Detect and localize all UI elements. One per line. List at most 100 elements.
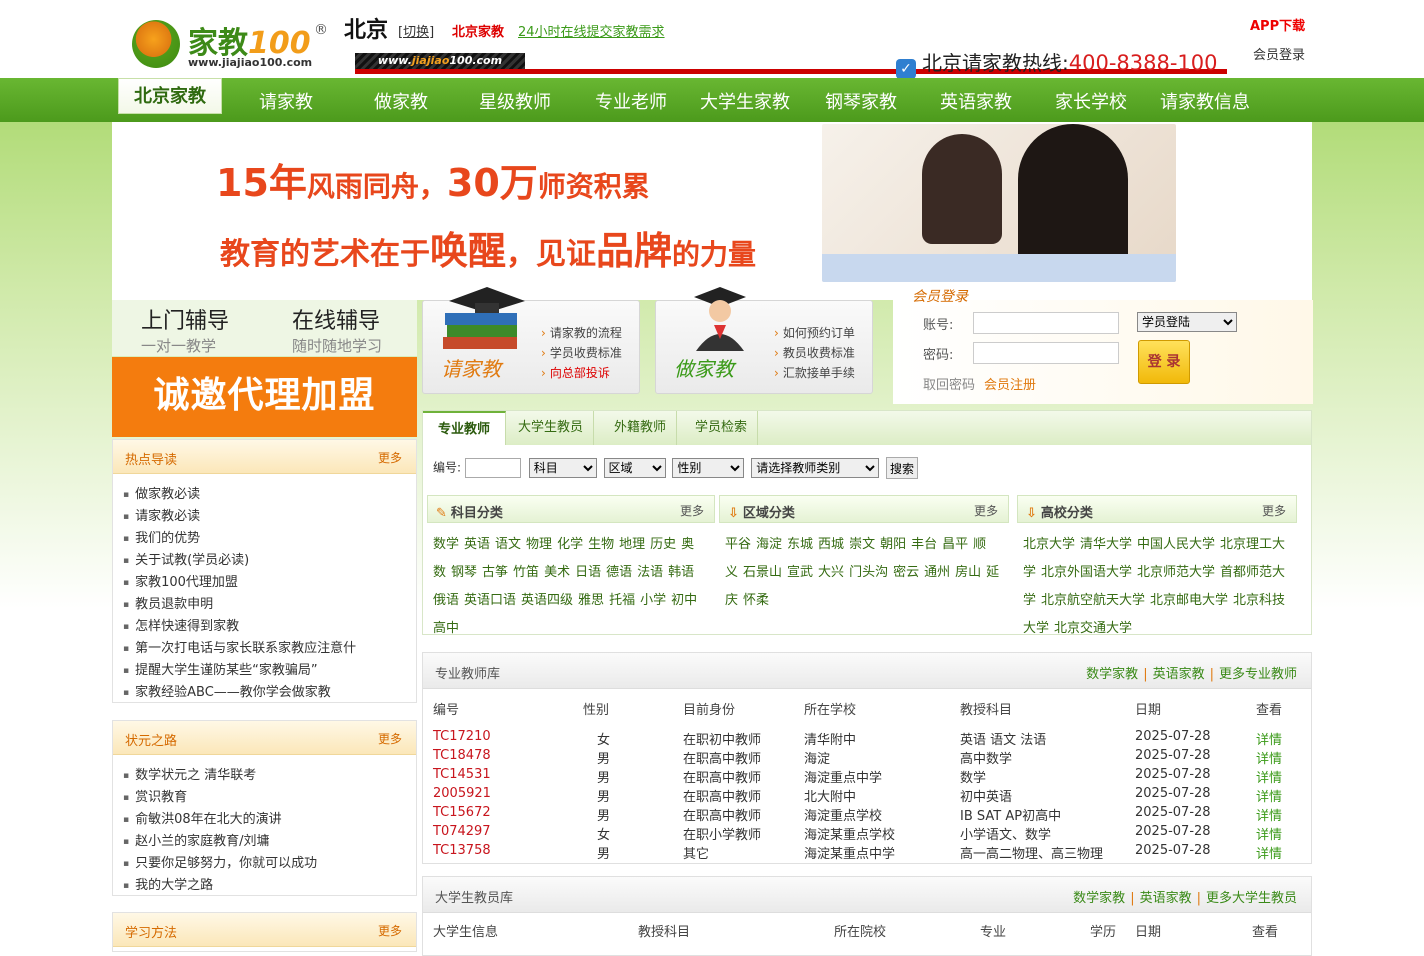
switch-city-link[interactable]: [切换] (398, 21, 434, 40)
list-item[interactable]: 第一次打电话与家长联系家教应注意什 (123, 638, 416, 660)
login-button[interactable]: 登 录 (1138, 340, 1190, 384)
category-link[interactable]: 古筝 (482, 565, 508, 580)
category-link[interactable]: 语文 (495, 537, 521, 552)
tab-college-tutor[interactable]: 大学生教员 (508, 411, 595, 445)
register-link[interactable]: 会员注册 (984, 374, 1036, 393)
list-item[interactable]: 我的大学之路 (123, 875, 416, 897)
category-link[interactable]: 昌平 (942, 537, 968, 552)
nav-item-beijing-tutor[interactable]: 北京家教 (118, 78, 222, 114)
online-request-link[interactable]: 24小时在线提交家教需求 (518, 21, 665, 40)
category-link[interactable]: 韩语 (668, 565, 694, 580)
list-item[interactable]: 家教经验ABC——教你学会做家教 (123, 682, 416, 704)
nav-item-be-tutor[interactable]: 做家教 (374, 88, 428, 114)
list-item[interactable]: 请家教必读 (123, 506, 416, 528)
study-method-more[interactable]: 更多 (378, 922, 402, 939)
teacher-id[interactable]: TC15672 (433, 805, 491, 820)
category-link[interactable]: 法语 (637, 565, 663, 580)
list-item[interactable]: 关于试教(学员必读) (123, 550, 416, 572)
category-link[interactable]: 英语 (464, 537, 490, 552)
teacher-id[interactable]: 2005921 (433, 786, 491, 801)
account-input[interactable] (973, 312, 1119, 334)
list-item[interactable]: 赵小兰的家庭教育/刘墉 (123, 831, 416, 853)
area-more[interactable]: 更多 (974, 502, 998, 519)
list-item[interactable]: 我们的优势 (123, 528, 416, 550)
home-tutor-link[interactable]: 上门辅导 (141, 303, 229, 335)
category-link[interactable]: 丰台 (911, 537, 937, 552)
nav-item-star-teacher[interactable]: 星级教师 (479, 88, 551, 114)
role-select[interactable]: 学员登陆 (1137, 312, 1237, 332)
teacher-id[interactable]: TC18478 (433, 748, 491, 763)
details-link[interactable]: 详情 (1256, 767, 1282, 786)
category-link[interactable]: 石景山 (743, 565, 782, 580)
forgot-password-link[interactable]: 取回密码 (923, 374, 975, 393)
list-item[interactable]: 教员退款申明 (123, 594, 416, 616)
site-logo[interactable]: 家教100 ® www.jiajiao100.com (132, 18, 332, 72)
teacher-id[interactable]: TC13758 (433, 843, 491, 858)
category-link[interactable]: 英语四级 (521, 593, 573, 608)
category-link[interactable]: 德语 (606, 565, 632, 580)
category-link[interactable]: 数学 (433, 537, 459, 552)
details-link[interactable]: 详情 (1256, 824, 1282, 843)
tab-pro-teacher[interactable]: 专业教师 (423, 411, 507, 445)
category-link[interactable]: 初中 (671, 593, 697, 608)
hire-tutor-title[interactable]: 请家教 (441, 353, 501, 382)
hire-link[interactable]: 向总部投诉 (541, 363, 622, 383)
champion-more[interactable]: 更多 (378, 730, 402, 747)
category-link[interactable]: 东城 (787, 537, 813, 552)
category-link[interactable]: 地理 (619, 537, 645, 552)
category-link[interactable]: 历史 (650, 537, 676, 552)
nav-item-hire-tutor[interactable]: 请家教 (259, 88, 313, 114)
subject-more[interactable]: 更多 (680, 502, 704, 519)
details-link[interactable]: 详情 (1256, 786, 1282, 805)
teacher-id[interactable]: TC17210 (433, 729, 491, 744)
details-link[interactable]: 详情 (1256, 805, 1282, 824)
be-tutor-title[interactable]: 做家教 (674, 353, 734, 382)
list-item[interactable]: 俞敏洪08年在北大的演讲 (123, 809, 416, 831)
app-download-link[interactable]: APP下载 (1250, 15, 1305, 34)
school-more[interactable]: 更多 (1262, 502, 1286, 519)
category-link[interactable]: 雅思 (578, 593, 604, 608)
member-login-link[interactable]: 会员登录 (1253, 44, 1305, 63)
category-link[interactable]: 朝阳 (880, 537, 906, 552)
more-pro-teacher-link[interactable]: 更多专业教师 (1219, 667, 1297, 682)
agent-join-banner[interactable]: 诚邀代理加盟 (112, 357, 417, 437)
category-link[interactable]: 中国人民大学 (1137, 537, 1215, 552)
category-link[interactable]: 托福 (609, 593, 635, 608)
category-link[interactable]: 化学 (557, 537, 583, 552)
password-input[interactable] (973, 342, 1119, 364)
nav-item-piano-tutor[interactable]: 钢琴家教 (825, 88, 897, 114)
nav-item-college-tutor[interactable]: 大学生家教 (700, 88, 790, 114)
hire-link[interactable]: 请家教的流程 (541, 323, 622, 343)
category-link[interactable]: 生物 (588, 537, 614, 552)
list-item[interactable]: 怎样快速得到家教 (123, 616, 416, 638)
english-tutor-link[interactable]: 英语家教 (1140, 891, 1192, 906)
teacher-id[interactable]: TC14531 (433, 767, 491, 782)
nav-item-tutor-info[interactable]: 请家教信息 (1160, 88, 1250, 114)
list-item[interactable]: 只要你足够努力，你就可以成功 (123, 853, 416, 875)
category-link[interactable]: 北京邮电大学 (1150, 593, 1228, 608)
category-link[interactable]: 英语口语 (464, 593, 516, 608)
category-link[interactable]: 西城 (818, 537, 844, 552)
category-link[interactable]: 房山 (955, 565, 981, 580)
category-link[interactable]: 海淀 (756, 537, 782, 552)
nav-item-english-tutor[interactable]: 英语家教 (940, 88, 1012, 114)
work-link[interactable]: 教员收费标准 (774, 343, 855, 363)
category-link[interactable]: 北京师范大学 (1137, 565, 1215, 580)
category-link[interactable]: 日语 (575, 565, 601, 580)
details-link[interactable]: 详情 (1256, 729, 1282, 748)
category-link[interactable]: 小学 (640, 593, 666, 608)
category-link[interactable]: 大兴 (818, 565, 844, 580)
category-link[interactable]: 清华大学 (1080, 537, 1132, 552)
category-link[interactable]: 竹笛 (513, 565, 539, 580)
category-link[interactable]: 门头沟 (849, 565, 888, 580)
work-link[interactable]: 如何预约订单 (774, 323, 855, 343)
list-item[interactable]: 提醒大学生谨防某些“家教骗局” (123, 660, 416, 682)
details-link[interactable]: 详情 (1256, 843, 1282, 862)
category-link[interactable]: 北京大学 (1023, 537, 1075, 552)
category-link[interactable]: 钢琴 (451, 565, 477, 580)
list-item[interactable]: 赏识教育 (123, 787, 416, 809)
tab-student-search[interactable]: 学员检索 (685, 411, 759, 445)
category-link[interactable]: 北京航空航天大学 (1041, 593, 1145, 608)
english-tutor-link[interactable]: 英语家教 (1153, 667, 1205, 682)
category-link[interactable]: 密云 (893, 565, 919, 580)
